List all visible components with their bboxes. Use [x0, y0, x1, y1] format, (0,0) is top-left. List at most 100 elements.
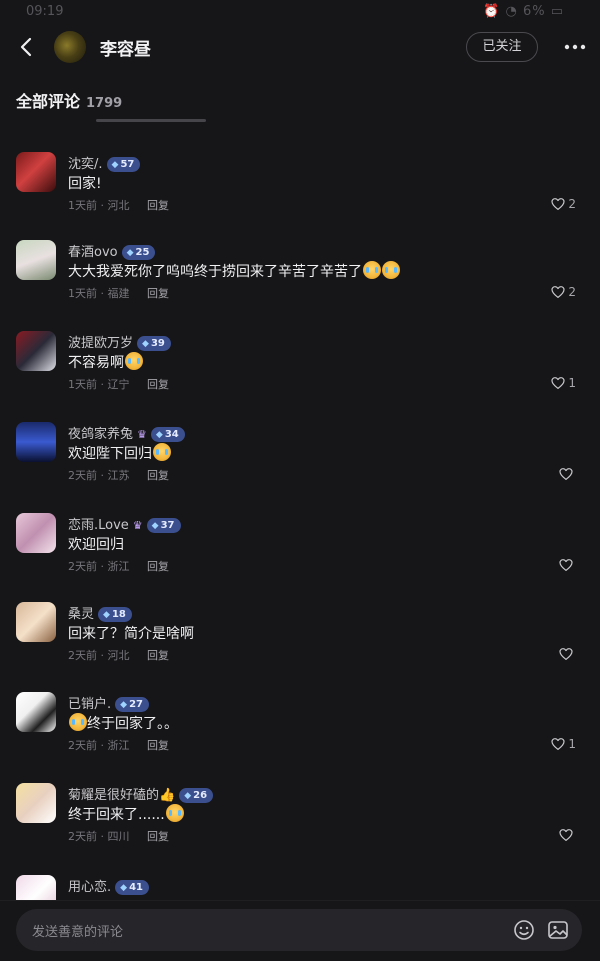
comment-item: 夜鸽家养兔 ♛ ◆ 34 欢迎陛下回归 2天前 · 江苏 回复: [0, 422, 600, 512]
user-avatar[interactable]: [16, 875, 56, 900]
user-avatar[interactable]: [16, 602, 56, 642]
level-badge: ◆ 34: [150, 427, 185, 442]
comment-location: 河北: [107, 649, 130, 662]
heart-icon: [551, 377, 565, 389]
username[interactable]: 沈奕/. ◆ 57: [68, 153, 141, 172]
author-avatar[interactable]: [54, 31, 86, 63]
user-avatar[interactable]: [16, 331, 56, 371]
comment-text: 欢迎回归: [68, 534, 124, 554]
status-indicators: ⏰ ◔ 6% ▭: [483, 4, 564, 19]
reply-button[interactable]: 回复: [147, 828, 169, 844]
username[interactable]: 桑灵 ◆ 18: [68, 603, 132, 622]
username-text: 已销户.: [68, 697, 112, 712]
like-count: 1: [568, 376, 576, 390]
like-button[interactable]: 1: [550, 736, 576, 752]
more-dots-icon: [564, 44, 586, 50]
user-avatar[interactable]: [16, 240, 56, 280]
heart-icon: [551, 198, 565, 210]
user-avatar[interactable]: [16, 152, 56, 192]
reply-button[interactable]: 回复: [147, 647, 169, 663]
comment-text-content: 欢迎陛下回归: [68, 446, 152, 462]
meta-separator: ·: [97, 469, 108, 482]
username[interactable]: 春酒ovo ◆ 25: [68, 241, 156, 260]
comment-item: 桑灵 ◆ 18 回来了？简介是啥啊 2天前 · 河北 回复: [0, 602, 600, 692]
username-text: 春酒ovo: [68, 245, 118, 260]
clipped-comment-text: [96, 114, 206, 122]
like-button[interactable]: [558, 827, 576, 843]
level-number: 26: [193, 790, 208, 801]
emoji-icon: [382, 261, 400, 279]
level-badge: ◆ 18: [98, 607, 132, 622]
user-avatar[interactable]: [16, 692, 56, 732]
comment-text-content: 大大我爱死你了呜呜终于捞回来了辛苦了辛苦了: [68, 264, 362, 280]
user-avatar[interactable]: [16, 783, 56, 823]
image-icon: [548, 921, 568, 939]
comment-time: 2天前: [68, 649, 97, 662]
like-button[interactable]: [558, 557, 576, 573]
comment-item: 用心恋. ◆ 41: [0, 875, 600, 900]
meta-separator: ·: [97, 739, 108, 752]
reply-button[interactable]: 回复: [147, 558, 169, 574]
heart-icon: [559, 559, 573, 571]
level-badge: ◆ 27: [115, 697, 149, 712]
meta-separator: ·: [97, 830, 108, 843]
user-badges: ♛ ◆ 37: [133, 518, 181, 533]
comment-text: 回家!: [68, 173, 102, 193]
image-button[interactable]: [546, 918, 570, 942]
meta-separator: ·: [97, 560, 108, 573]
like-button[interactable]: 2: [550, 196, 576, 212]
reply-button[interactable]: 回复: [147, 737, 169, 753]
follow-button[interactable]: 已关注: [466, 32, 538, 62]
like-count: 2: [568, 197, 576, 211]
user-avatar[interactable]: [16, 513, 56, 553]
reply-button[interactable]: 回复: [147, 197, 169, 213]
emoji-icon: [165, 804, 184, 822]
diamond-gem-icon: ◆: [184, 791, 192, 801]
comment-count: 1799: [86, 96, 123, 111]
comment-meta: 2天前 · 浙江: [68, 737, 130, 753]
comment-time: 2天前: [68, 739, 97, 752]
like-button[interactable]: [558, 646, 576, 662]
like-button[interactable]: 2: [550, 284, 576, 300]
comment-time: 2天前: [68, 560, 97, 573]
back-button[interactable]: [12, 32, 42, 62]
comment-time: 1天前: [68, 199, 97, 212]
diamond-gem-icon: ◆: [155, 430, 163, 440]
more-button[interactable]: [560, 32, 590, 62]
comment-time: 1天前: [68, 378, 97, 391]
user-badges: ◆ 25: [121, 245, 156, 260]
comment-text: 大大我爱死你了呜呜终于捞回来了辛苦了辛苦了: [68, 261, 400, 281]
username[interactable]: 已销户. ◆ 27: [68, 693, 149, 712]
reply-button[interactable]: 回复: [147, 376, 169, 392]
username-text: 沈奕/.: [68, 157, 103, 172]
emoji-icon: [125, 352, 143, 370]
username-text: 波提欧万岁: [68, 336, 134, 351]
comment-text-content: 终于回来了......: [68, 807, 165, 823]
diamond-gem-icon: ◆: [142, 339, 149, 349]
reply-button[interactable]: 回复: [147, 285, 169, 301]
comment-text-content: 回家!: [68, 176, 102, 192]
comment-item: 沈奕/. ◆ 57 回家! 1天前 · 河北 回复 2: [0, 152, 600, 242]
level-number: 25: [135, 247, 150, 258]
emoji-icon: [153, 443, 171, 461]
username[interactable]: 恋雨.Love ♛ ◆ 37: [68, 514, 181, 533]
heart-icon: [551, 738, 565, 750]
username[interactable]: 用心恋. ◆ 41: [68, 876, 149, 895]
username[interactable]: 夜鸽家养兔 ♛ ◆ 34: [68, 423, 185, 442]
status-bar: 09:19 ⏰ ◔ 6% ▭: [0, 0, 600, 24]
user-avatar[interactable]: [16, 422, 56, 462]
comment-input[interactable]: 发送善意的评论: [16, 909, 582, 951]
emoji-smile-icon: [514, 920, 534, 940]
like-button[interactable]: [558, 466, 576, 482]
username[interactable]: 菊耀是很好磕的👍 ◆ 26: [68, 784, 214, 803]
comment-list[interactable]: 沈奕/. ◆ 57 回家! 1天前 · 河北 回复 2 春酒ovo ◆ 25 大大我爱死你了呜呜终于…: [0, 112, 600, 900]
comment-text-content: 终于回家了。。: [87, 716, 178, 732]
diamond-gem-icon: ◆: [151, 521, 159, 531]
level-number: 34: [164, 429, 179, 440]
comment-time: 2天前: [68, 469, 97, 482]
reply-button[interactable]: 回复: [147, 467, 169, 483]
username[interactable]: 波提欧万岁 ◆ 39: [68, 332, 171, 351]
like-button[interactable]: 1: [550, 375, 576, 391]
username-text: 用心恋.: [68, 880, 112, 895]
emoji-button[interactable]: [512, 918, 536, 942]
